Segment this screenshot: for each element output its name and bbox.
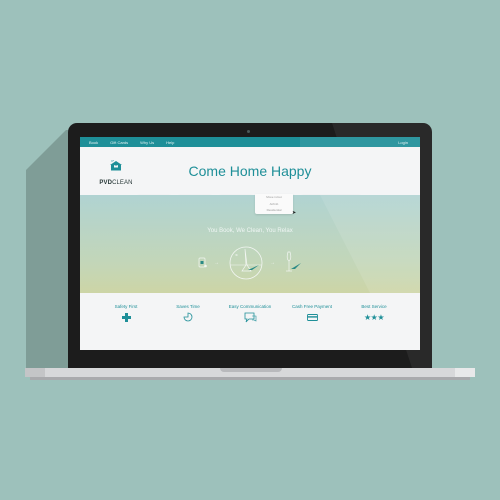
laptop-bezel: Book Gift Cards Why Us Help Login PVDCLE… (68, 123, 432, 368)
feature-label: Best Service (361, 304, 387, 309)
header: PVDCLEAN Come Home Happy Enter email 3 B… (80, 147, 420, 203)
mouse-cursor-icon: ➤ (292, 210, 297, 216)
cross-icon (121, 312, 131, 322)
hero-reflection (320, 195, 420, 293)
feature-label: Cash Free Payment (291, 304, 333, 309)
feature-safety-first: Safety First (95, 293, 157, 350)
clock-icon (183, 312, 193, 322)
hero-section: You Book, We Clean, You Relax → → (80, 195, 420, 293)
nav-item-why-us[interactable]: Why Us (140, 140, 154, 145)
three-stars-icon: ★★★ (363, 312, 385, 322)
feature-label: Safety First (114, 304, 138, 309)
wine-glass-icon (286, 251, 301, 272)
features-row: Safety First Saves Time Easy Communicati… (80, 293, 420, 350)
hero-tagline: You Book, We Clean, You Relax (207, 228, 293, 234)
camera-icon (247, 130, 250, 133)
laptop-base-bottom (30, 377, 470, 380)
chat-icon (244, 312, 257, 322)
base-right-edge (455, 368, 475, 377)
laptop-base (25, 368, 475, 377)
logo-text-bold: PVD (99, 180, 113, 186)
nav-item-gift-cards[interactable]: Gift Cards (110, 140, 128, 145)
service-type-dropdown: Move in/out Airbnb Residential (255, 194, 293, 214)
feature-saves-time: Saves Time (157, 293, 219, 350)
arrow-right-icon: → (270, 260, 275, 266)
logo-text: PVDCLEAN (99, 180, 132, 186)
arrow-right-icon: → (214, 260, 219, 266)
feature-label: Easy Communication (228, 304, 272, 309)
top-nav: Book Gift Cards Why Us Help Login (80, 137, 420, 147)
nav-item-book[interactable]: Book (89, 140, 98, 145)
login-link[interactable]: Login (398, 140, 408, 145)
logo-text-light: CLEAN (112, 180, 133, 186)
page-headline: Come Home Happy (188, 163, 312, 179)
broom-clock-icon (229, 246, 263, 280)
feature-best-service: Best Service ★★★ (343, 293, 405, 350)
laptop-notch (220, 368, 282, 372)
laptop-screen: Book Gift Cards Why Us Help Login PVDCLE… (80, 137, 420, 350)
base-left-edge (25, 368, 45, 377)
process-steps: → → (192, 245, 312, 281)
feature-cash-free-payment: Cash Free Payment (281, 293, 343, 350)
feature-easy-communication: Easy Communication (219, 293, 281, 350)
credit-card-icon (306, 313, 318, 321)
phone-icon (198, 257, 207, 268)
feature-label: Saves Time (176, 304, 200, 309)
nav-item-help[interactable]: Help (166, 140, 174, 145)
dropdown-option[interactable]: Residential (255, 207, 293, 214)
